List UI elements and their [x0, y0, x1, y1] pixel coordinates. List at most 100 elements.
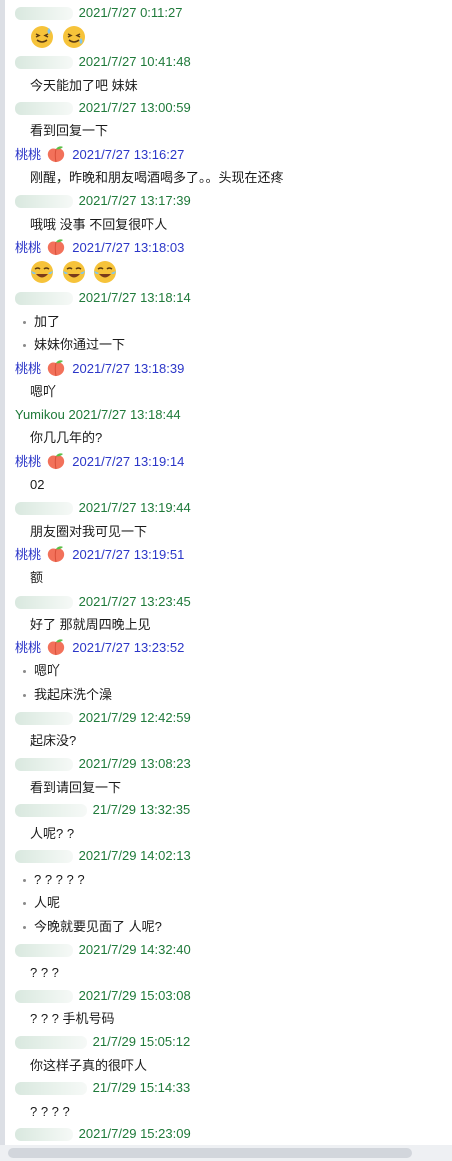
peach-icon [47, 639, 64, 656]
message-header: 2021/7/29 15:23:09 [15, 1123, 452, 1145]
message-text: 今晚就要见面了 人呢? [34, 919, 162, 934]
message-header: 2021/7/27 0:11:27 [15, 2, 452, 24]
bullet-dot [23, 321, 26, 325]
message-header: 21/7/29 13:32:35 [15, 799, 452, 821]
message-header: 2021/7/29 13:08:23 [15, 753, 452, 775]
message-time: 2021/7/27 13:18:39 [72, 361, 185, 376]
bullet-dot [23, 670, 26, 674]
message-text: 起床没? [30, 733, 77, 748]
message-time: 2021/7/27 13:18:14 [78, 290, 191, 305]
redacted-sender [15, 944, 73, 958]
message-time: 2021/7/29 15:23:09 [78, 1126, 191, 1141]
message-body [30, 25, 450, 53]
peach-icon [47, 360, 64, 377]
crying-laugh-emoji-icon [62, 261, 85, 283]
message-time: 2021/7/27 13:00:59 [78, 100, 191, 115]
message-time: 2021/7/29 15:03:08 [78, 988, 191, 1003]
message-header: 2021/7/27 13:18:14 [15, 287, 452, 309]
crying-laugh-emoji-icon [31, 261, 53, 283]
redacted-sender [15, 7, 73, 21]
message-time: 2021/7/27 13:19:14 [72, 454, 185, 469]
message-time: 21/7/29 13:32:35 [92, 802, 191, 817]
message-bullet-line: 我起床洗个澡 [20, 684, 450, 706]
message-text: 你几几年的? [30, 430, 103, 445]
message-bullet-line: ? ? ? ? ? [20, 869, 450, 891]
peach-icon [47, 453, 64, 470]
message-time: 2021/7/29 14:32:40 [78, 942, 191, 957]
message-header: 2021/7/27 10:41:48 [15, 51, 452, 73]
message-time: 2021/7/27 13:18:03 [72, 240, 185, 255]
message-time: 2021/7/27 13:23:45 [78, 594, 191, 609]
sender-name: 桃桃 [15, 240, 42, 255]
message-header: 2021/7/29 14:32:40 [15, 939, 452, 961]
redacted-sender [15, 1128, 73, 1142]
horizontal-scrollbar[interactable] [0, 1145, 452, 1161]
message-text: ? ? ? 手机号码 [30, 1011, 115, 1026]
sender-name: Yumikou [15, 407, 65, 422]
redacted-sender [15, 1036, 87, 1050]
sender-name: 桃桃 [15, 640, 42, 655]
message-time: 21/7/29 15:14:33 [92, 1080, 191, 1095]
message-text: 额 [30, 570, 44, 585]
message-header: Yumikou 2021/7/27 13:18:44 [15, 404, 452, 426]
redacted-sender [15, 712, 73, 726]
redacted-sender [15, 990, 73, 1004]
message-text: 朋友圈对我可见一下 [30, 524, 148, 539]
redacted-sender [15, 195, 73, 209]
message-text: 看到请回复一下 [30, 780, 122, 795]
message-text: 嗯吖 [30, 384, 57, 399]
message-time: 2021/7/27 10:41:48 [78, 54, 191, 69]
sweat-smile-emoji-icon [31, 26, 53, 48]
message-text: 好了 那就周四晚上见 [30, 617, 151, 632]
message-text: 加了 [34, 314, 61, 329]
redacted-sender [15, 850, 73, 864]
redacted-sender [15, 502, 73, 516]
message-text: 人呢 [34, 895, 61, 910]
message-time: 2021/7/29 12:42:59 [78, 710, 191, 725]
message-bullet-line: 妹妹你通过一下 [20, 334, 450, 356]
message-header: 2021/7/29 15:03:08 [15, 985, 452, 1007]
redacted-sender [15, 292, 73, 306]
message-header: 21/7/29 15:14:33 [15, 1077, 452, 1099]
bullet-dot [23, 694, 26, 698]
message-text: 你这样子真的很吓人 [30, 1058, 148, 1073]
sender-name: 桃桃 [15, 454, 42, 469]
message-bullet-line: 人呢 [20, 892, 450, 914]
message-time: 21/7/29 15:05:12 [92, 1034, 191, 1049]
message-header: 2021/7/29 12:42:59 [15, 707, 452, 729]
scrollbar-thumb[interactable] [8, 1148, 412, 1158]
chat-log[interactable]: 2021/7/27 0:11:27 2021/7/27 10:41:48 今天能… [5, 0, 452, 1145]
redacted-sender [15, 758, 73, 772]
sender-name: 桃桃 [15, 147, 42, 162]
message-header: 2021/7/27 13:00:59 [15, 97, 452, 119]
bullet-dot [23, 902, 26, 906]
message-header: 2021/7/29 14:02:13 [15, 845, 452, 867]
message-text: 刚醒，昨晚和朋友喝酒喝多了。。头现在还疼 [30, 170, 284, 185]
message-header: 桃桃 2021/7/27 13:18:03 [15, 237, 452, 259]
message-text: 我起床洗个澡 [34, 687, 113, 702]
message-time: 2021/7/27 13:19:44 [78, 500, 191, 515]
message-header: 桃桃 2021/7/27 13:16:27 [15, 144, 452, 166]
message-bullet-line: 加了 [20, 311, 450, 333]
message-text: ? ? ? ? [30, 1104, 70, 1119]
message-time: 2021/7/27 13:19:51 [72, 547, 185, 562]
peach-icon [47, 239, 64, 256]
redacted-sender [15, 804, 87, 818]
message-header: 桃桃 2021/7/27 13:19:14 [15, 451, 452, 473]
message-time: 2021/7/29 14:02:13 [78, 848, 191, 863]
message-header: 桃桃 2021/7/27 13:19:51 [15, 544, 452, 566]
redacted-sender [15, 56, 73, 70]
bullet-dot [23, 926, 26, 930]
crying-laugh-emoji-icon [94, 261, 117, 283]
message-text: ? ? ? ? ? [34, 872, 85, 887]
message-text: 今天能加了吧 妹妹 [30, 78, 138, 93]
message-text: ? ? ? [30, 965, 59, 980]
message-header: 2021/7/27 13:23:45 [15, 591, 452, 613]
message-text: 看到回复一下 [30, 123, 109, 138]
sender-name: 桃桃 [15, 361, 42, 376]
redacted-sender [15, 596, 73, 610]
message-time: 2021/7/27 13:18:44 [68, 407, 181, 422]
message-text: 哦哦 没事 不回复很吓人 [30, 217, 168, 232]
sweat-smile-emoji-icon [62, 26, 85, 48]
redacted-sender [15, 102, 73, 116]
